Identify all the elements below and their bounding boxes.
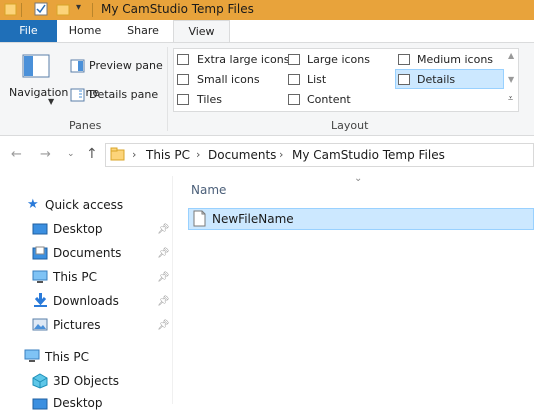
navigation-pane-icon[interactable] bbox=[22, 54, 50, 78]
nav-downloads[interactable]: Downloads bbox=[53, 294, 119, 308]
folder-icon bbox=[110, 147, 125, 161]
column-header-name[interactable]: Name bbox=[191, 183, 226, 197]
text-file-icon bbox=[193, 210, 206, 227]
customize-toolbar-icon[interactable]: ▾ bbox=[76, 2, 81, 13]
chevron-right-icon: › bbox=[196, 148, 201, 161]
group-divider bbox=[167, 47, 168, 131]
chevron-right-icon: › bbox=[132, 148, 137, 161]
layout-large-icons[interactable]: Large icons bbox=[307, 53, 370, 66]
gallery-scroll-up-icon[interactable]: ▲ bbox=[508, 51, 514, 60]
pin-icon[interactable]: 📌︎ bbox=[157, 248, 170, 259]
breadcrumb-this-pc[interactable]: This PC bbox=[146, 148, 190, 162]
tab-file[interactable]: File bbox=[0, 20, 57, 42]
small-icons-icon bbox=[177, 74, 189, 85]
pin-icon[interactable]: 📌︎ bbox=[157, 320, 170, 331]
layout-tiles[interactable]: Tiles bbox=[197, 93, 222, 106]
file-name[interactable]: NewFileName bbox=[212, 212, 294, 226]
nav-this-pc-quick[interactable]: This PC bbox=[53, 270, 97, 284]
tab-share[interactable]: Share bbox=[113, 20, 173, 42]
nav-3d-objects[interactable]: 3D Objects bbox=[53, 374, 119, 388]
tiles-icon bbox=[177, 94, 189, 105]
gallery-expand-icon[interactable]: ⩡ bbox=[508, 94, 513, 104]
3d-objects-icon bbox=[32, 373, 48, 389]
preview-pane-icon bbox=[70, 59, 85, 73]
nav-quick-access[interactable]: Quick access bbox=[45, 198, 123, 212]
download-icon bbox=[33, 292, 48, 308]
nav-this-pc[interactable]: This PC bbox=[45, 350, 89, 364]
pictures-icon bbox=[32, 318, 48, 331]
extra-large-icons-icon bbox=[177, 54, 189, 65]
tab-view[interactable]: View bbox=[173, 20, 230, 42]
panes-group-label: Panes bbox=[69, 119, 102, 132]
new-folder-icon[interactable] bbox=[56, 2, 70, 16]
details-pane-icon bbox=[70, 88, 85, 102]
list-icon bbox=[288, 74, 300, 85]
breadcrumb-documents[interactable]: Documents bbox=[208, 148, 276, 162]
desktop-icon bbox=[32, 398, 48, 411]
details-icon bbox=[398, 74, 410, 85]
nav-desktop[interactable]: Desktop bbox=[53, 222, 103, 236]
layout-details[interactable]: Details bbox=[417, 73, 455, 86]
layout-extra-large-icons[interactable]: Extra large icons bbox=[197, 53, 289, 66]
nav-documents[interactable]: Documents bbox=[53, 246, 121, 260]
nav-desktop-partial[interactable]: Desktop bbox=[53, 396, 103, 410]
layout-small-icons[interactable]: Small icons bbox=[197, 73, 260, 86]
folder-icon bbox=[4, 2, 17, 16]
forward-arrow-icon[interactable]: → bbox=[40, 147, 51, 162]
pane-divider[interactable] bbox=[172, 176, 173, 404]
pin-icon[interactable]: 📌︎ bbox=[157, 296, 170, 307]
preview-pane-button[interactable]: Preview pane bbox=[89, 59, 163, 72]
pin-icon[interactable]: 📌︎ bbox=[157, 272, 170, 283]
pin-icon[interactable]: 📌︎ bbox=[157, 224, 170, 235]
layout-content[interactable]: Content bbox=[307, 93, 351, 106]
chevron-right-icon: › bbox=[279, 148, 284, 161]
star-icon: ★ bbox=[27, 197, 39, 212]
layout-medium-icons[interactable]: Medium icons bbox=[417, 53, 493, 66]
separator bbox=[92, 3, 93, 17]
properties-icon[interactable] bbox=[34, 2, 48, 16]
medium-icons-icon bbox=[398, 54, 410, 65]
window-title: My CamStudio Temp Files bbox=[101, 2, 254, 16]
content-icon bbox=[288, 94, 300, 105]
separator bbox=[21, 3, 22, 17]
large-icons-icon bbox=[288, 54, 300, 65]
desktop-icon bbox=[32, 223, 48, 236]
tab-home[interactable]: Home bbox=[57, 20, 113, 42]
layout-list[interactable]: List bbox=[307, 73, 326, 86]
sort-chevron-icon: ⌄ bbox=[354, 173, 363, 184]
nav-pictures[interactable]: Pictures bbox=[53, 318, 101, 332]
recent-locations-icon[interactable]: ⌄ bbox=[67, 149, 75, 159]
documents-icon bbox=[32, 246, 48, 260]
breadcrumb-current-folder[interactable]: My CamStudio Temp Files bbox=[292, 148, 445, 162]
layout-group-label: Layout bbox=[331, 119, 369, 132]
computer-icon bbox=[24, 349, 40, 363]
up-arrow-icon[interactable]: ↑ bbox=[86, 146, 98, 162]
details-pane-button[interactable]: Details pane bbox=[89, 88, 158, 101]
chevron-down-icon[interactable]: ▼ bbox=[48, 97, 54, 106]
gallery-scroll-down-icon[interactable]: ▼ bbox=[508, 75, 514, 84]
computer-icon bbox=[32, 270, 48, 284]
back-arrow-icon[interactable]: ← bbox=[11, 147, 22, 162]
